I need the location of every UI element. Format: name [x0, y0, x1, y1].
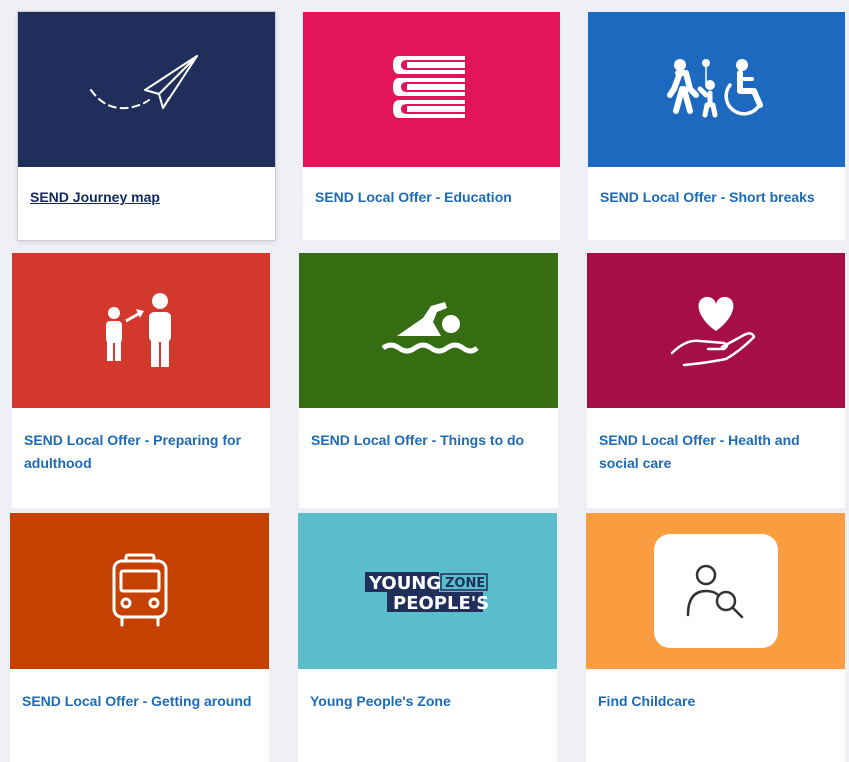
card-tile	[588, 12, 845, 167]
card-label[interactable]: SEND Local Offer - Short breaks	[600, 186, 835, 209]
child-to-adult-icon	[96, 291, 186, 371]
card-tile	[299, 253, 558, 408]
card-label[interactable]: Young People's Zone	[310, 690, 547, 713]
card-label[interactable]: Find Childcare	[598, 690, 835, 713]
card-label[interactable]: SEND Local Offer - Education	[315, 186, 550, 209]
card-tile	[10, 513, 269, 669]
card-young-peoples-zone[interactable]: YOUNG PEOPLE'S ZONE Young People's Zone	[298, 513, 557, 762]
card-tile: YOUNG PEOPLE'S ZONE	[298, 513, 557, 669]
card-label[interactable]: SEND Local Offer - Health and social car…	[599, 429, 835, 475]
card-health-and-social-care[interactable]: SEND Local Offer - Health and social car…	[587, 253, 845, 508]
card-things-to-do[interactable]: SEND Local Offer - Things to do	[299, 253, 558, 508]
card-tile	[12, 253, 270, 408]
card-find-childcare[interactable]: Find Childcare	[586, 513, 845, 762]
card-tile	[586, 513, 845, 669]
card-label[interactable]: SEND Local Offer - Things to do	[311, 429, 548, 452]
card-preparing-for-adulthood[interactable]: SEND Local Offer - Preparing for adultho…	[12, 253, 270, 508]
icon-box	[653, 534, 778, 648]
swimmer-icon	[379, 296, 479, 366]
card-getting-around[interactable]: SEND Local Offer - Getting around	[10, 513, 269, 762]
person-search-icon	[684, 561, 748, 621]
logo-text-peoples: PEOPLE'S	[393, 593, 489, 614]
paper-plane-icon	[87, 50, 207, 130]
card-tile	[18, 12, 275, 167]
young-peoples-zone-logo: YOUNG PEOPLE'S ZONE	[363, 566, 493, 616]
logo-text-zone: ZONE	[445, 576, 485, 591]
books-icon	[387, 50, 477, 130]
card-label[interactable]: SEND Journey map	[30, 186, 265, 209]
card-education[interactable]: SEND Local Offer - Education	[303, 12, 560, 240]
card-label[interactable]: SEND Local Offer - Getting around	[22, 690, 259, 713]
card-send-journey-map[interactable]: SEND Journey map	[18, 12, 275, 240]
card-tile	[303, 12, 560, 167]
card-tile	[587, 253, 845, 408]
family-wheelchair-icon	[662, 55, 772, 125]
card-label[interactable]: SEND Local Offer - Preparing for adultho…	[24, 429, 260, 475]
logo-text-young: YOUNG	[368, 573, 441, 594]
heart-in-hand-icon	[666, 291, 766, 371]
bus-icon	[108, 553, 172, 629]
card-short-breaks[interactable]: SEND Local Offer - Short breaks	[588, 12, 845, 240]
